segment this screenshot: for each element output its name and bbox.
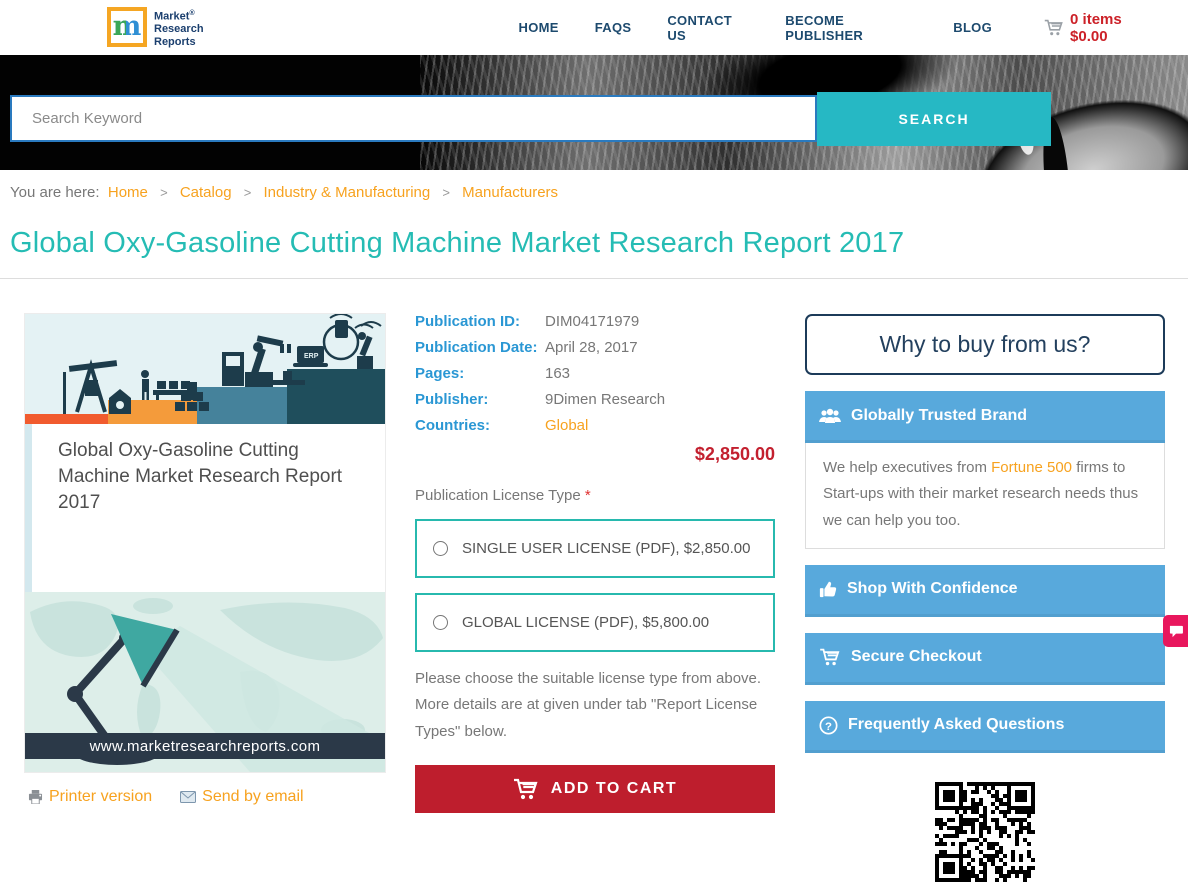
breadcrumb-manufacturers[interactable]: Manufacturers xyxy=(462,184,558,201)
report-action-links: Printer version Send by email xyxy=(28,788,385,806)
trusted-brand-text: We help executives from Fortune 500 firm… xyxy=(805,443,1165,549)
thumbs-up-icon xyxy=(819,580,837,598)
single-user-license-radio[interactable] xyxy=(433,541,448,556)
publication-date-value: April 28, 2017 xyxy=(545,339,638,356)
header-cart[interactable]: 0 items $0.00 xyxy=(1044,11,1160,45)
pages-value: 163 xyxy=(545,365,571,382)
publication-id-value: DIM04171979 xyxy=(545,313,640,330)
detail-row-pages: Pages: 163 xyxy=(415,365,571,382)
logo-wordmark: Market® Research Reports xyxy=(154,9,204,48)
product-detail-column: Publication ID: DIM04171979 Publication … xyxy=(415,314,775,882)
cover-title-text: Global Oxy-Gasoline Cutting Machine Mark… xyxy=(25,424,385,592)
product-image-column: ERP Global Oxy-Gasoline Cutting Machine … xyxy=(25,314,385,882)
nav-home[interactable]: HOME xyxy=(519,20,559,35)
cart-total-label: 0 items $0.00 xyxy=(1070,10,1122,45)
nav-faqs[interactable]: FAQS xyxy=(595,20,632,35)
qr-code xyxy=(935,781,1035,882)
send-by-email-link[interactable]: Send by email xyxy=(180,788,304,806)
nav-contact-us[interactable]: CONTACT US xyxy=(667,13,749,43)
site-logo[interactable]: mm Market® Research Reports xyxy=(107,6,204,49)
cover-lamp-illustration: www.marketresearchreports.com xyxy=(25,592,385,772)
detail-row-publication-id: Publication ID: DIM04171979 xyxy=(415,313,640,330)
cover-website-url: www.marketresearchreports.com xyxy=(25,733,385,759)
svg-text:ERP: ERP xyxy=(304,353,319,360)
cart-icon xyxy=(819,648,841,666)
license-type-label: Publication License Type * xyxy=(415,487,591,504)
required-asterisk: * xyxy=(584,487,591,504)
page-title: Global Oxy-Gasoline Cutting Machine Mark… xyxy=(10,227,905,259)
publisher-value: 9Dimen Research xyxy=(545,391,666,408)
product-section: ERP Global Oxy-Gasoline Cutting Machine … xyxy=(25,314,1173,882)
add-to-cart-button[interactable]: ADD TO CART xyxy=(415,764,775,813)
users-icon xyxy=(819,408,841,424)
registered-mark: ® xyxy=(189,9,195,17)
detail-row-countries: Countries: Global xyxy=(415,417,589,434)
search-button[interactable]: SEARCH xyxy=(817,92,1051,146)
live-chat-button[interactable] xyxy=(1163,615,1188,647)
printer-version-link[interactable]: Printer version xyxy=(28,788,152,806)
breadcrumb-prefix: You are here: xyxy=(10,184,100,201)
countries-value-link[interactable]: Global xyxy=(545,418,588,433)
nav-blog[interactable]: BLOG xyxy=(953,20,992,35)
breadcrumb-separator: > xyxy=(243,185,252,200)
why-buy-heading: Why to buy from us? xyxy=(805,314,1165,375)
main-nav: HOME FAQS CONTACT US BECOME PUBLISHER BL… xyxy=(519,13,992,43)
chat-bubble-icon xyxy=(1169,625,1183,638)
globally-trusted-brand-box[interactable]: Globally Trusted Brand xyxy=(805,391,1165,443)
top-bar: mm Market® Research Reports HOME FAQS CO… xyxy=(0,0,1188,55)
fortune-500-link[interactable]: Fortune 500 xyxy=(991,459,1072,476)
license-option-single-user[interactable]: SINGLE USER LICENSE (PDF), $2,850.00 xyxy=(415,519,775,578)
sidebar-column: Why to buy from us? Globally Trusted Bra… xyxy=(805,314,1165,882)
breadcrumb-catalog[interactable]: Catalog xyxy=(180,184,232,201)
price: $2,850.00 xyxy=(694,444,775,464)
shop-with-confidence-box[interactable]: Shop With Confidence xyxy=(805,564,1165,617)
logo-mark-icon: mm xyxy=(107,6,147,47)
breadcrumb-home[interactable]: Home xyxy=(108,184,148,201)
faq-box[interactable]: ? Frequently Asked Questions xyxy=(805,700,1165,753)
breadcrumb-industry-manufacturing[interactable]: Industry & Manufacturing xyxy=(263,184,430,201)
industry-illustration: ERP xyxy=(25,314,385,424)
breadcrumb: You are here: Home > Catalog > Industry … xyxy=(0,170,1188,211)
nav-become-publisher[interactable]: BECOME PUBLISHER xyxy=(785,13,917,43)
detail-row-publisher: Publisher: 9Dimen Research xyxy=(415,391,666,408)
printer-icon xyxy=(28,790,43,804)
cart-icon xyxy=(513,778,539,800)
license-option-global[interactable]: GLOBAL LICENSE (PDF), $5,800.00 xyxy=(415,593,775,652)
detail-row-publication-date: Publication Date: April 28, 2017 xyxy=(415,339,638,356)
question-icon: ? xyxy=(819,716,838,735)
cart-icon xyxy=(1044,19,1064,36)
secure-checkout-box[interactable]: Secure Checkout xyxy=(805,632,1165,685)
search-bar: SEARCH xyxy=(0,55,1188,170)
report-cover-image: ERP Global Oxy-Gasoline Cutting Machine … xyxy=(25,314,385,772)
breadcrumb-separator: > xyxy=(442,185,450,200)
email-icon xyxy=(180,791,197,803)
global-license-radio[interactable] xyxy=(433,615,448,630)
license-note: Please choose the suitable license type … xyxy=(415,670,762,740)
qr-code-container xyxy=(805,781,1165,882)
search-input[interactable] xyxy=(10,95,817,142)
hero-banner: SEARCH xyxy=(0,55,1188,170)
svg-text:?: ? xyxy=(825,721,832,733)
title-divider xyxy=(0,278,1188,279)
breadcrumb-separator: > xyxy=(160,185,168,200)
